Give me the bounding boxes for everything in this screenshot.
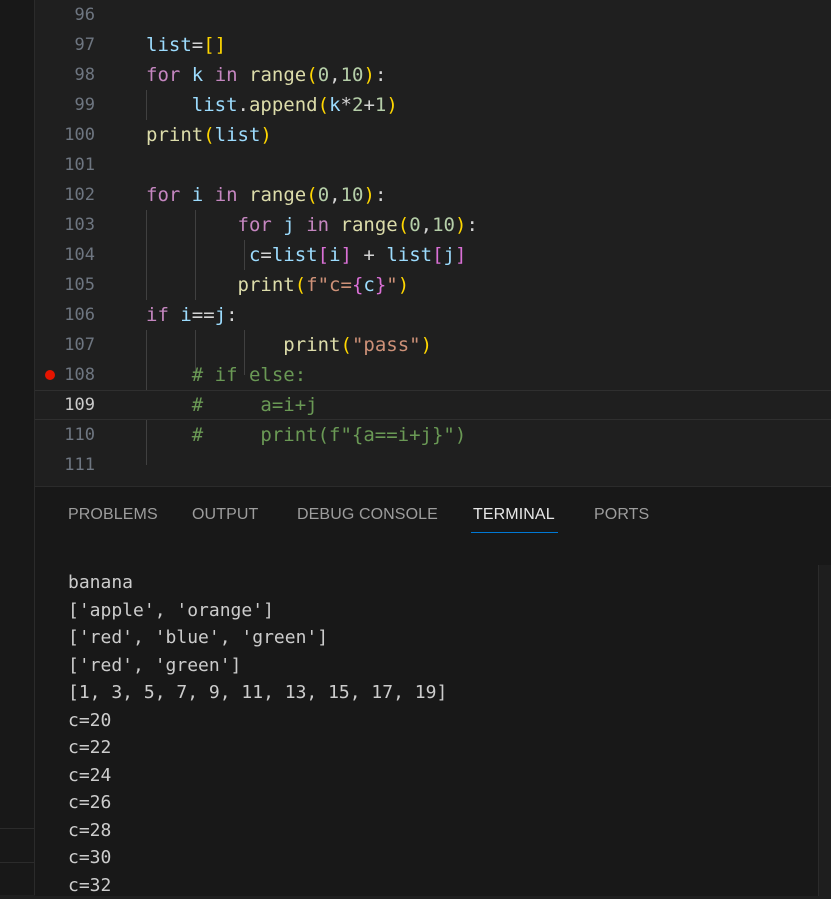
terminal-line: c=22: [68, 734, 447, 762]
bottom-panel: PROBLEMS OUTPUT DEBUG CONSOLE TERMINAL P…: [35, 486, 831, 896]
line-number: 110: [35, 420, 95, 450]
code-line[interactable]: 110 # print(f"{a==i+j}"): [35, 420, 831, 450]
line-number: 107: [35, 330, 95, 360]
code-text: for j in range(0,10):: [146, 210, 478, 240]
code-line[interactable]: 106 if i==j:: [35, 300, 831, 330]
terminal-line: c=28: [68, 817, 447, 845]
code-line[interactable]: 107 print("pass"): [35, 330, 831, 360]
terminal-line: ['apple', 'orange']: [68, 597, 447, 625]
line-number: 111: [35, 450, 95, 480]
tab-debug-console[interactable]: DEBUG CONSOLE: [297, 506, 438, 524]
line-number: 105: [35, 270, 95, 300]
code-text: list=[]: [146, 30, 226, 60]
line-number: 98: [35, 60, 95, 90]
line-number: 106: [35, 300, 95, 330]
code-text: list.append(k*2+1): [146, 90, 398, 120]
line-number: 108: [35, 360, 95, 390]
panel-tabs: PROBLEMS OUTPUT DEBUG CONSOLE TERMINAL P…: [35, 487, 831, 543]
line-number: 109: [35, 390, 95, 420]
code-text: # if else:: [146, 360, 306, 390]
line-number: 104: [35, 240, 95, 270]
terminal-line: c=20: [68, 707, 447, 735]
code-text: print("pass"): [146, 330, 432, 360]
strip-divider: [0, 862, 34, 863]
line-number: 96: [35, 0, 95, 30]
code-line[interactable]: 108 # if else:: [35, 360, 831, 390]
line-number: 102: [35, 180, 95, 210]
strip-divider: [0, 828, 34, 829]
code-line[interactable]: 99 list.append(k*2+1): [35, 90, 831, 120]
active-tab-indicator: [471, 532, 558, 533]
terminal-line: ['red', 'blue', 'green']: [68, 624, 447, 652]
code-line[interactable]: 96: [35, 0, 831, 30]
code-line[interactable]: 103 for j in range(0,10):: [35, 210, 831, 240]
code-line[interactable]: 102 for i in range(0,10):: [35, 180, 831, 210]
code-text: print(f"c={c}"): [146, 270, 409, 300]
code-text: print(list): [146, 120, 272, 150]
code-text: c=list[i] + list[j]: [146, 240, 466, 270]
activity-strip: [0, 0, 35, 895]
line-number: 99: [35, 90, 95, 120]
code-line[interactable]: 104 c=list[i] + list[j]: [35, 240, 831, 270]
code-line[interactable]: 111: [35, 450, 831, 480]
code-text: for i in range(0,10):: [146, 180, 386, 210]
terminal-line: [1, 3, 5, 7, 9, 11, 13, 15, 17, 19]: [68, 679, 447, 707]
line-number: 97: [35, 30, 95, 60]
line-number: 100: [35, 120, 95, 150]
tab-problems[interactable]: PROBLEMS: [68, 506, 158, 524]
terminal-scrollbar[interactable]: [818, 565, 831, 896]
code-text: if i==j:: [146, 300, 238, 330]
terminal-line: ['red', 'green']: [68, 652, 447, 680]
code-text: for k in range(0,10):: [146, 60, 386, 90]
code-line[interactable]: 105 print(f"c={c}"): [35, 270, 831, 300]
code-line[interactable]: 101: [35, 150, 831, 180]
tab-ports[interactable]: PORTS: [594, 506, 649, 524]
code-line-current[interactable]: 109 # a=i+j: [35, 390, 831, 420]
code-line[interactable]: 98 for k in range(0,10):: [35, 60, 831, 90]
tab-terminal[interactable]: TERMINAL: [473, 506, 555, 524]
tab-output[interactable]: OUTPUT: [192, 506, 258, 524]
terminal-output[interactable]: banana['apple', 'orange']['red', 'blue',…: [68, 569, 447, 899]
terminal-line: banana: [68, 569, 447, 597]
terminal-line: c=30: [68, 844, 447, 872]
code-text: # a=i+j: [146, 390, 318, 420]
code-line[interactable]: 97 list=[]: [35, 30, 831, 60]
line-number: 101: [35, 150, 95, 180]
code-editor[interactable]: 96 97 list=[] 98 for k in range(0,10): 9…: [35, 0, 831, 486]
code-line[interactable]: 100 print(list): [35, 120, 831, 150]
line-number: 103: [35, 210, 95, 240]
terminal-line: c=26: [68, 789, 447, 817]
terminal-line: c=24: [68, 762, 447, 790]
code-text: # print(f"{a==i+j}"): [146, 420, 466, 450]
